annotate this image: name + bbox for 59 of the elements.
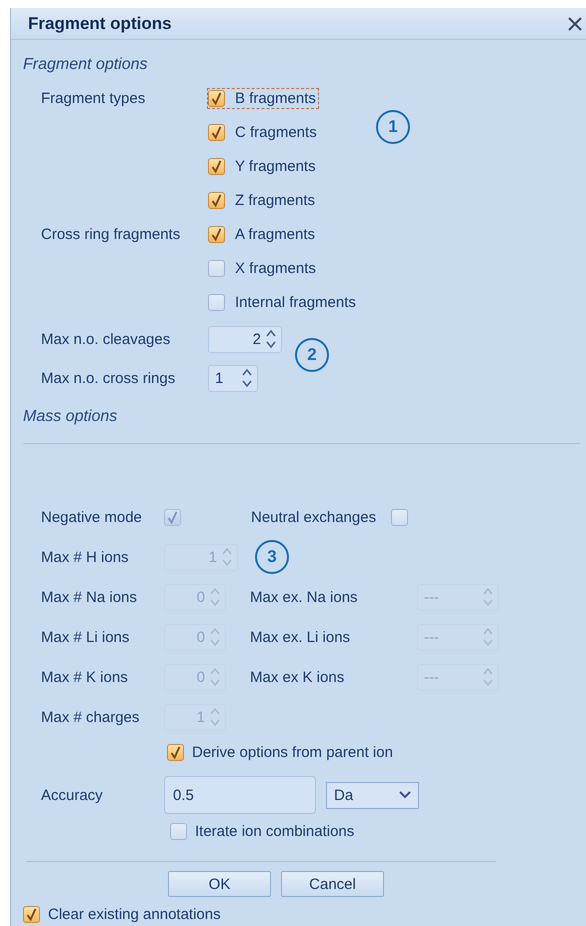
field-label: Max # charges xyxy=(41,708,140,726)
checkbox-option[interactable]: Z fragments xyxy=(207,190,318,210)
checkbox-label: Z fragments xyxy=(235,192,316,208)
checkbox-label: Clear existing annotations xyxy=(48,906,221,922)
checkbox-option[interactable]: Y fragments xyxy=(207,156,319,176)
field-label: Max n.o. cross rings xyxy=(41,370,176,386)
spinner-field[interactable]: 2 xyxy=(208,326,282,352)
checked-checkbox[interactable] xyxy=(208,90,225,106)
checkbox[interactable] xyxy=(391,508,408,526)
checkbox-option[interactable]: C fragments xyxy=(207,122,320,142)
checkbox-option[interactable]: A fragments xyxy=(207,224,318,244)
up-down-arrows-icon[interactable] xyxy=(265,328,277,350)
window-title: Fragment options xyxy=(28,14,172,34)
callout-number: 3 xyxy=(255,540,289,574)
checkbox-label: Iterate ion combinations xyxy=(195,822,354,840)
checked-checkbox[interactable] xyxy=(167,744,184,760)
field-label: Accuracy xyxy=(41,786,104,804)
checkbox-label: X fragments xyxy=(235,260,316,276)
dialog-button[interactable]: OK xyxy=(168,871,271,897)
section-heading: Fragment options xyxy=(22,55,149,75)
checkbox-option[interactable]: Internal fragments xyxy=(207,292,359,312)
group-label: Cross ring fragments xyxy=(41,226,180,242)
checkbox-label: Y fragments xyxy=(235,158,316,174)
checkbox-label: A fragments xyxy=(235,226,316,242)
accuracy-field[interactable]: 0.5 xyxy=(164,776,316,814)
checked-checkbox[interactable] xyxy=(23,906,40,922)
checkbox[interactable] xyxy=(208,294,225,310)
checkbox-label: Internal fragments xyxy=(235,294,356,310)
chevron-down-icon xyxy=(398,790,412,800)
checked-checkbox[interactable] xyxy=(208,226,225,242)
checkbox[interactable] xyxy=(208,260,225,276)
up-down-arrows-icon[interactable] xyxy=(241,367,253,389)
field-label: Negative mode xyxy=(41,508,143,526)
checked-checkbox[interactable] xyxy=(208,158,225,174)
spinner-field[interactable]: 1 xyxy=(208,364,258,392)
close-icon[interactable] xyxy=(568,16,582,30)
callout-number: 1 xyxy=(376,110,410,144)
section-heading: Mass options xyxy=(22,407,118,427)
checked-checkbox[interactable] xyxy=(208,124,225,140)
field-label: Max # Li ions xyxy=(41,628,130,646)
callout-number: 2 xyxy=(295,338,329,372)
checkbox-label: Derive options from parent ion xyxy=(192,744,393,760)
field-label: Max # Na ions xyxy=(41,588,138,606)
checkbox-option[interactable]: B fragments xyxy=(207,88,319,108)
checkbox-label: C fragments xyxy=(235,124,317,140)
unit-dropdown[interactable]: Da xyxy=(326,782,419,808)
dialog-button[interactable]: Cancel xyxy=(281,871,384,897)
field-label: Max # H ions xyxy=(41,548,130,566)
checked-checkbox[interactable] xyxy=(208,192,225,208)
field-label: Max ex. Na ions xyxy=(250,588,359,606)
group-label: Fragment types xyxy=(41,90,146,106)
field-label: Max # K ions xyxy=(41,668,129,686)
checkbox-option[interactable]: X fragments xyxy=(207,258,319,278)
field-label: Max n.o. cleavages xyxy=(41,330,172,348)
checkbox[interactable] xyxy=(170,822,187,840)
field-label: Max ex. Li ions xyxy=(250,628,352,646)
field-label: Neutral exchanges xyxy=(251,508,376,526)
field-label: Max ex K ions xyxy=(250,668,346,686)
checkbox-label: B fragments xyxy=(235,90,316,106)
